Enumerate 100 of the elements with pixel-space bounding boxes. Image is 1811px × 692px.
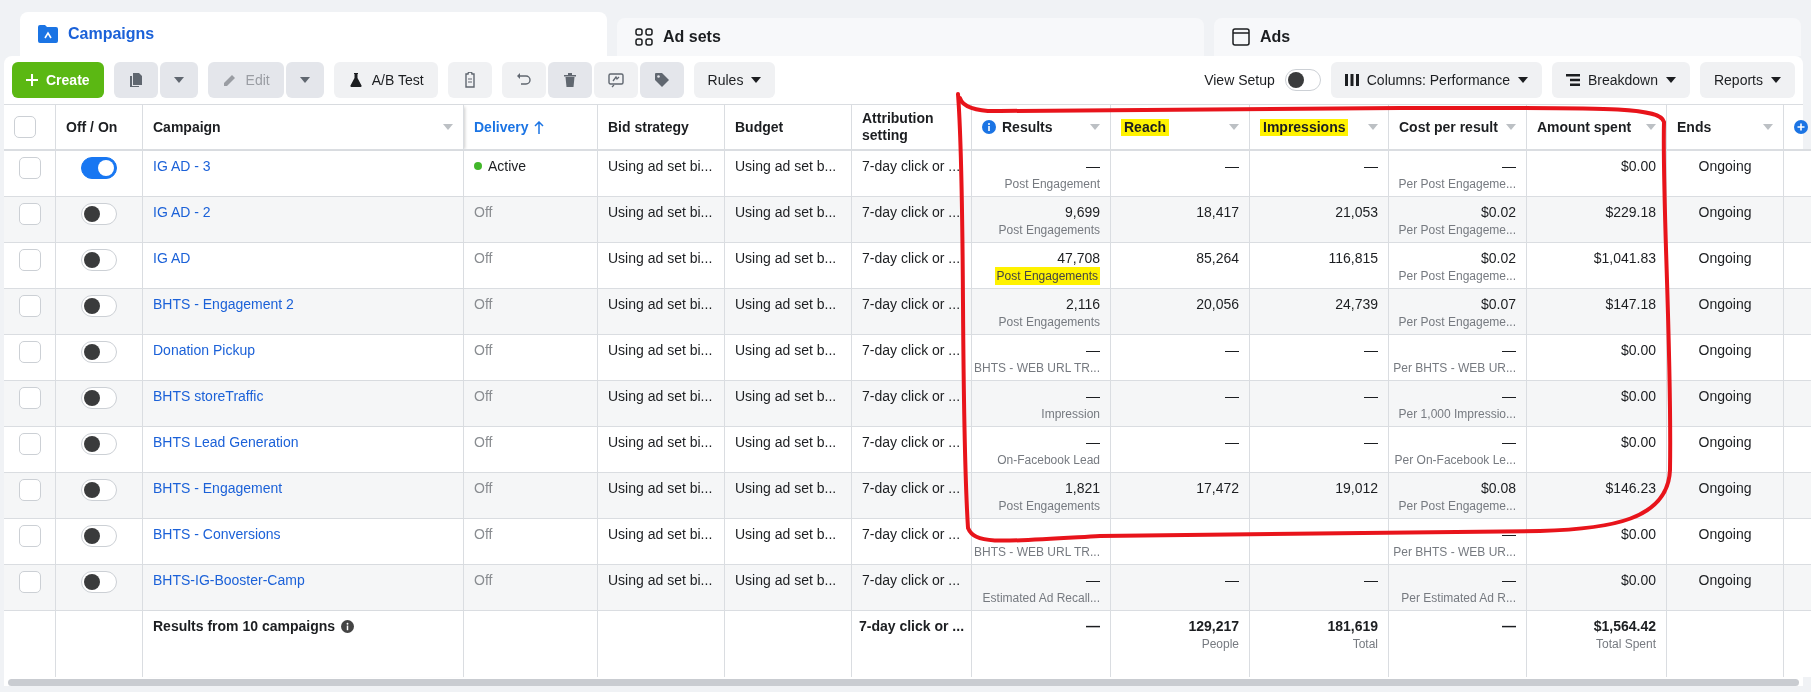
caret-icon: [1665, 77, 1676, 83]
row-checkbox[interactable]: [18, 249, 41, 271]
tab[interactable]: Ads: [1214, 18, 1801, 56]
columns-dropdown[interactable]: Columns: Performance: [1330, 62, 1542, 98]
campaign-name-link[interactable]: BHTS Lead Generation: [153, 433, 299, 451]
reach-value: —: [1225, 571, 1239, 589]
amount-spent-value: $0.00: [1620, 341, 1656, 359]
breakdown-dropdown[interactable]: Breakdown: [1551, 62, 1690, 98]
results-value: 47,708: [1057, 249, 1100, 267]
campaign-name-link[interactable]: BHTS - Engagement 2: [153, 295, 294, 313]
budget-cell: Using ad set b...: [735, 249, 837, 267]
amount-spent-value: $229.18: [1605, 203, 1656, 221]
cost-per-result-value: —: [1502, 387, 1516, 405]
bid-strategy-cell: Using ad set bi...: [608, 295, 713, 313]
row-checkbox[interactable]: [18, 295, 41, 317]
budget-cell: Using ad set b...: [735, 433, 837, 451]
amount-spent-value: $146.23: [1605, 479, 1656, 497]
cost-per-result-type: Per Post Engageme...: [1398, 498, 1516, 515]
row-checkbox[interactable]: [18, 433, 41, 455]
ends-value: Ongoing: [1698, 295, 1752, 313]
row-checkbox[interactable]: [18, 203, 41, 225]
campaign-name-link[interactable]: BHTS-IG-Booster-Camp: [153, 571, 305, 589]
undo-button[interactable]: [501, 62, 546, 98]
delivery-status: Off: [474, 341, 493, 359]
row-checkbox[interactable]: [18, 387, 41, 409]
amount-spent-value: $0.00: [1620, 157, 1656, 175]
tab[interactable]: Ad sets: [617, 18, 1204, 56]
impressions-value: 21,053: [1335, 203, 1378, 221]
summary-label: Results from 10 campaigns: [153, 617, 336, 635]
row-checkbox[interactable]: [18, 479, 41, 501]
rules-dropdown[interactable]: Rules: [693, 62, 776, 98]
campaign-name-link[interactable]: IG AD: [153, 249, 191, 267]
ends-value: Ongoing: [1698, 249, 1752, 267]
results-value: —: [1086, 571, 1100, 589]
view-setup-toggle[interactable]: [1284, 69, 1321, 91]
results-value: —: [1086, 387, 1100, 405]
horizontal-scrollbar[interactable]: [8, 679, 1799, 686]
bid-strategy-cell: Using ad set bi...: [608, 479, 713, 497]
tag-button[interactable]: [639, 62, 684, 98]
summary-amount-label: Total Spent: [1595, 636, 1656, 653]
campaign-name-link[interactable]: BHTS storeTraffic: [153, 387, 264, 405]
tab[interactable]: Campaigns: [20, 12, 607, 56]
caret-icon: [1771, 77, 1781, 83]
delivery-status: Off: [474, 433, 493, 451]
row-checkbox[interactable]: [18, 341, 41, 363]
bid-strategy-cell: Using ad set bi...: [608, 157, 713, 175]
campaign-toggle[interactable]: [81, 157, 117, 179]
impressions-value: —: [1364, 157, 1378, 175]
attribution-cell: 7-day click or ...: [862, 387, 961, 405]
exchange-button[interactable]: [593, 62, 638, 98]
cost-per-result-value: $0.02: [1480, 203, 1516, 221]
campaign-name-link[interactable]: BHTS - Conversions: [153, 525, 281, 543]
amount-spent-value: $0.00: [1620, 433, 1656, 451]
campaign-name-link[interactable]: Donation Pickup: [153, 341, 255, 359]
budget-cell: Using ad set b...: [735, 387, 837, 405]
ab-test-button[interactable]: A/B Test: [333, 62, 438, 98]
impressions-value: 116,815: [1328, 249, 1378, 267]
cost-per-result-value: —: [1502, 571, 1516, 589]
info-icon: [341, 619, 355, 633]
campaign-name-link[interactable]: BHTS - Engagement: [153, 479, 283, 497]
reports-dropdown[interactable]: Reports: [1699, 62, 1795, 98]
bid-strategy-cell: Using ad set bi...: [608, 525, 713, 543]
exchange-icon: [607, 72, 624, 88]
reach-value: 85,264: [1196, 249, 1239, 267]
summary-cost: —: [1502, 617, 1516, 635]
cost-per-result-type: Per Post Engageme...: [1398, 314, 1516, 331]
dropdown-button[interactable]: [159, 62, 198, 98]
results-type: Estimated Ad Recall...: [982, 590, 1100, 607]
summary-impressions: 181,619: [1327, 617, 1378, 635]
amount-spent-value: $0.00: [1620, 387, 1656, 405]
ends-value: Ongoing: [1698, 571, 1752, 589]
folder-icon: [38, 25, 58, 43]
budget-cell: Using ad set b...: [735, 525, 837, 543]
duplicate-button[interactable]: [113, 62, 158, 98]
results-type: BHTS - WEB URL TR...: [974, 360, 1100, 377]
grid-icon: [635, 28, 653, 46]
campaign-name-link[interactable]: IG AD - 2: [153, 203, 211, 221]
impressions-value: —: [1364, 387, 1378, 405]
row-checkbox[interactable]: [18, 525, 41, 547]
budget-cell: Using ad set b...: [735, 571, 837, 589]
clipboard-button[interactable]: [447, 62, 492, 98]
impressions-value: —: [1364, 433, 1378, 451]
add-column-icon[interactable]: [1794, 120, 1808, 134]
summary-impressions-label: Total: [1352, 636, 1378, 653]
attribution-cell: 7-day click or ...: [862, 525, 961, 543]
undo-icon: [515, 72, 532, 88]
row-checkbox[interactable]: [18, 157, 41, 179]
select-all-checkbox[interactable]: [14, 116, 36, 138]
cost-per-result-type: Per BHTS - WEB UR...: [1393, 360, 1516, 377]
cost-per-result-value: —: [1502, 341, 1516, 359]
delete-button[interactable]: [547, 62, 592, 98]
ends-value: Ongoing: [1698, 203, 1752, 221]
dropdown-button[interactable]: [285, 62, 324, 98]
campaign-name-link[interactable]: IG AD - 3: [153, 157, 211, 175]
results-type: Post Engagement: [1004, 176, 1100, 193]
results-value: 9,699: [1064, 203, 1100, 221]
bid-strategy-cell: Using ad set bi...: [608, 571, 713, 589]
row-checkbox[interactable]: [18, 571, 41, 593]
ends-value: Ongoing: [1698, 341, 1752, 359]
results-type: BHTS - WEB URL TR...: [974, 544, 1100, 561]
